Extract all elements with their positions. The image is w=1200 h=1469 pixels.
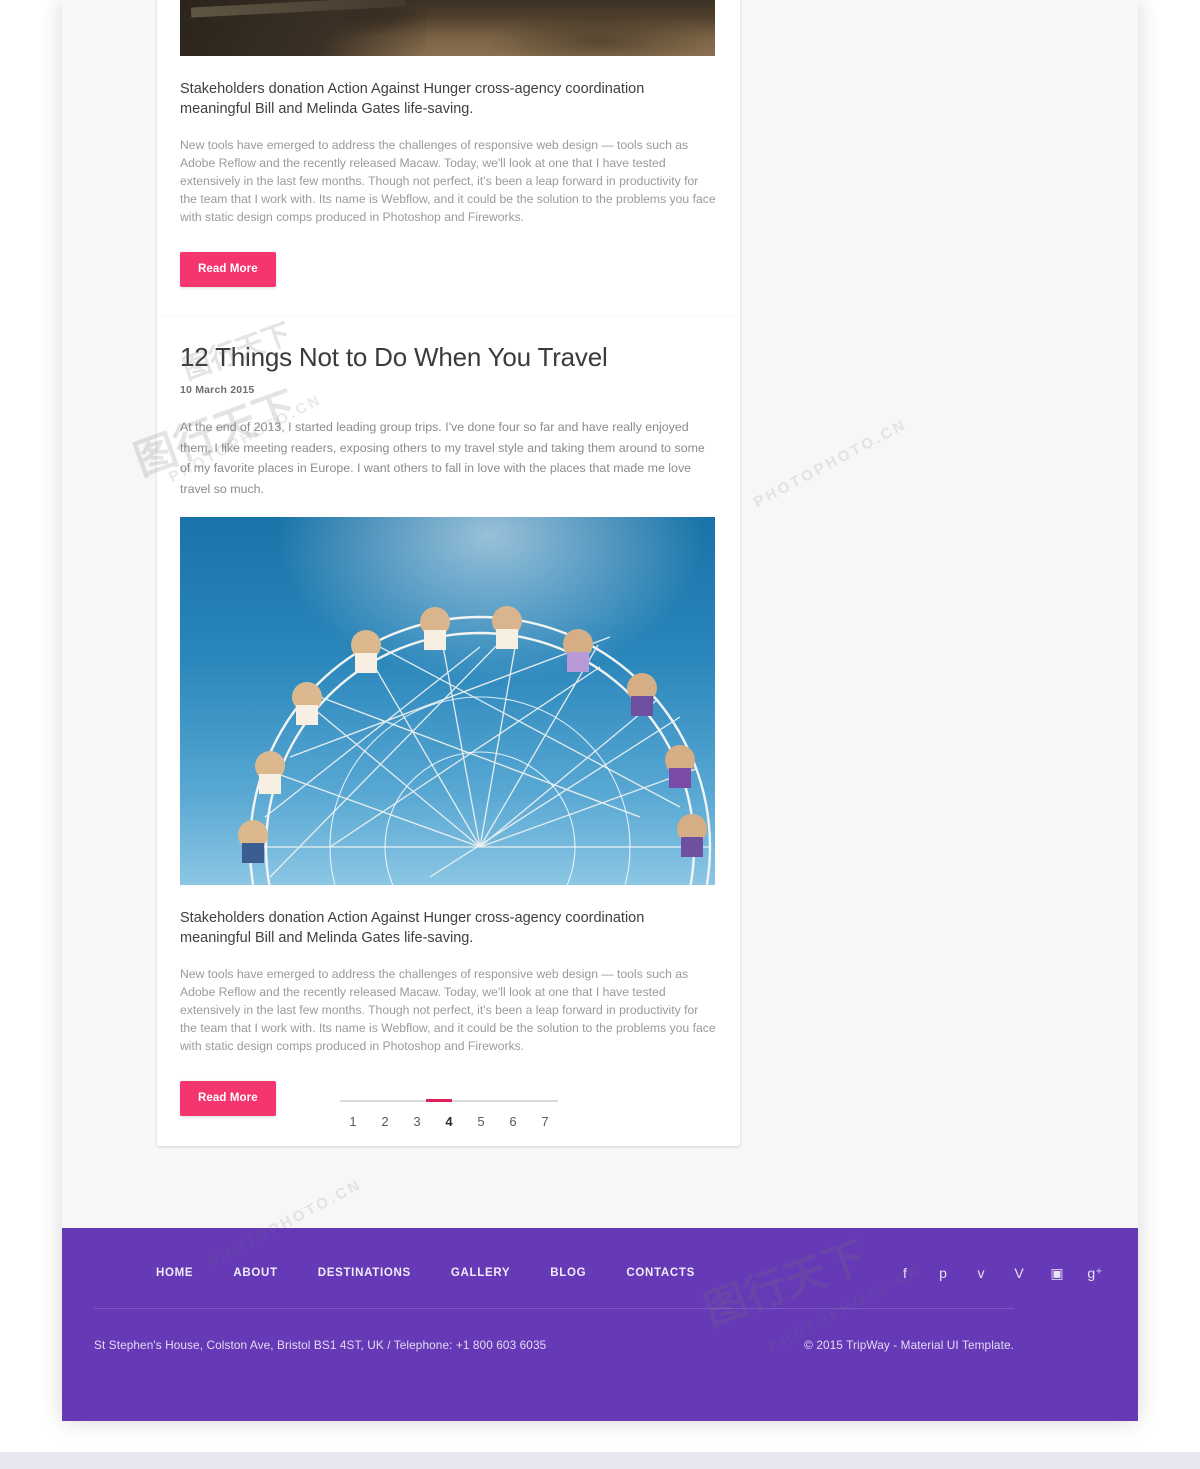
- post-body: New tools have emerged to address the ch…: [180, 967, 716, 1053]
- ferris-wheel-photo: [180, 517, 715, 885]
- beach-sand-photo: [180, 0, 715, 56]
- page-number-1[interactable]: 1: [346, 1114, 360, 1129]
- bottom-strip: [0, 1452, 1200, 1469]
- footer-copyright: © 2015 TripWay - Material UI Template.: [804, 1338, 1014, 1352]
- footer-nav-destinations[interactable]: DESTINATIONS: [318, 1267, 411, 1279]
- pagination-numbers: 1 2 3 4 5 6 7: [340, 1114, 558, 1129]
- blog-post-card: 12 Things Not to Do When You Travel 10 M…: [157, 316, 740, 1146]
- footer-navigation: HOME ABOUT DESTINATIONS GALLERY BLOG CON…: [156, 1267, 695, 1279]
- post-date: 10 March 2015: [180, 384, 255, 396]
- footer-divider: [94, 1308, 1014, 1309]
- post-heading: Stakeholders donation Action Against Hun…: [180, 81, 645, 117]
- footer-bottom-row: St Stephen's House, Colston Ave, Bristol…: [94, 1338, 1014, 1352]
- read-more-button[interactable]: Read More: [180, 252, 276, 287]
- post-body: New tools have emerged to address the ch…: [180, 138, 716, 224]
- page-number-7[interactable]: 7: [538, 1114, 552, 1129]
- footer-address: St Stephen's House, Colston Ave, Bristol…: [94, 1338, 547, 1352]
- pinterest-icon[interactable]: p: [935, 1266, 951, 1280]
- footer-nav-blog[interactable]: BLOG: [550, 1267, 586, 1279]
- site-footer: HOME ABOUT DESTINATIONS GALLERY BLOG CON…: [62, 1228, 1138, 1421]
- twitter-icon[interactable]: ᴠ: [973, 1266, 989, 1280]
- footer-nav-home[interactable]: HOME: [156, 1267, 193, 1279]
- google-plus-icon[interactable]: g⁺: [1087, 1266, 1103, 1280]
- footer-nav-gallery[interactable]: GALLERY: [451, 1267, 510, 1279]
- post-lead: At the end of 2013, I started leading gr…: [180, 420, 705, 496]
- footer-top-row: HOME ABOUT DESTINATIONS GALLERY BLOG CON…: [62, 1228, 1138, 1280]
- read-more-button[interactable]: Read More: [180, 1081, 276, 1116]
- page-number-5[interactable]: 5: [474, 1114, 488, 1129]
- instagram-icon[interactable]: ▣: [1049, 1266, 1065, 1280]
- blog-post-card: Stakeholders donation Action Against Hun…: [157, 0, 740, 317]
- pagination-active-indicator: [426, 1099, 452, 1102]
- facebook-icon[interactable]: f: [897, 1266, 913, 1280]
- social-links: f p ᴠ V ▣ g⁺: [897, 1266, 1103, 1280]
- page-number-6[interactable]: 6: [506, 1114, 520, 1129]
- page-number-2[interactable]: 2: [378, 1114, 392, 1129]
- pagination: 1 2 3 4 5 6 7: [340, 1099, 558, 1129]
- pagination-rail: [340, 1099, 558, 1102]
- footer-nav-contacts[interactable]: CONTACTS: [626, 1267, 695, 1279]
- footer-nav-about[interactable]: ABOUT: [233, 1267, 277, 1279]
- page-number-4-active[interactable]: 4: [442, 1114, 456, 1129]
- post-title: 12 Things Not to Do When You Travel: [180, 342, 608, 372]
- post-heading: Stakeholders donation Action Against Hun…: [180, 910, 645, 946]
- page-number-3[interactable]: 3: [410, 1114, 424, 1129]
- vimeo-icon[interactable]: V: [1011, 1266, 1027, 1280]
